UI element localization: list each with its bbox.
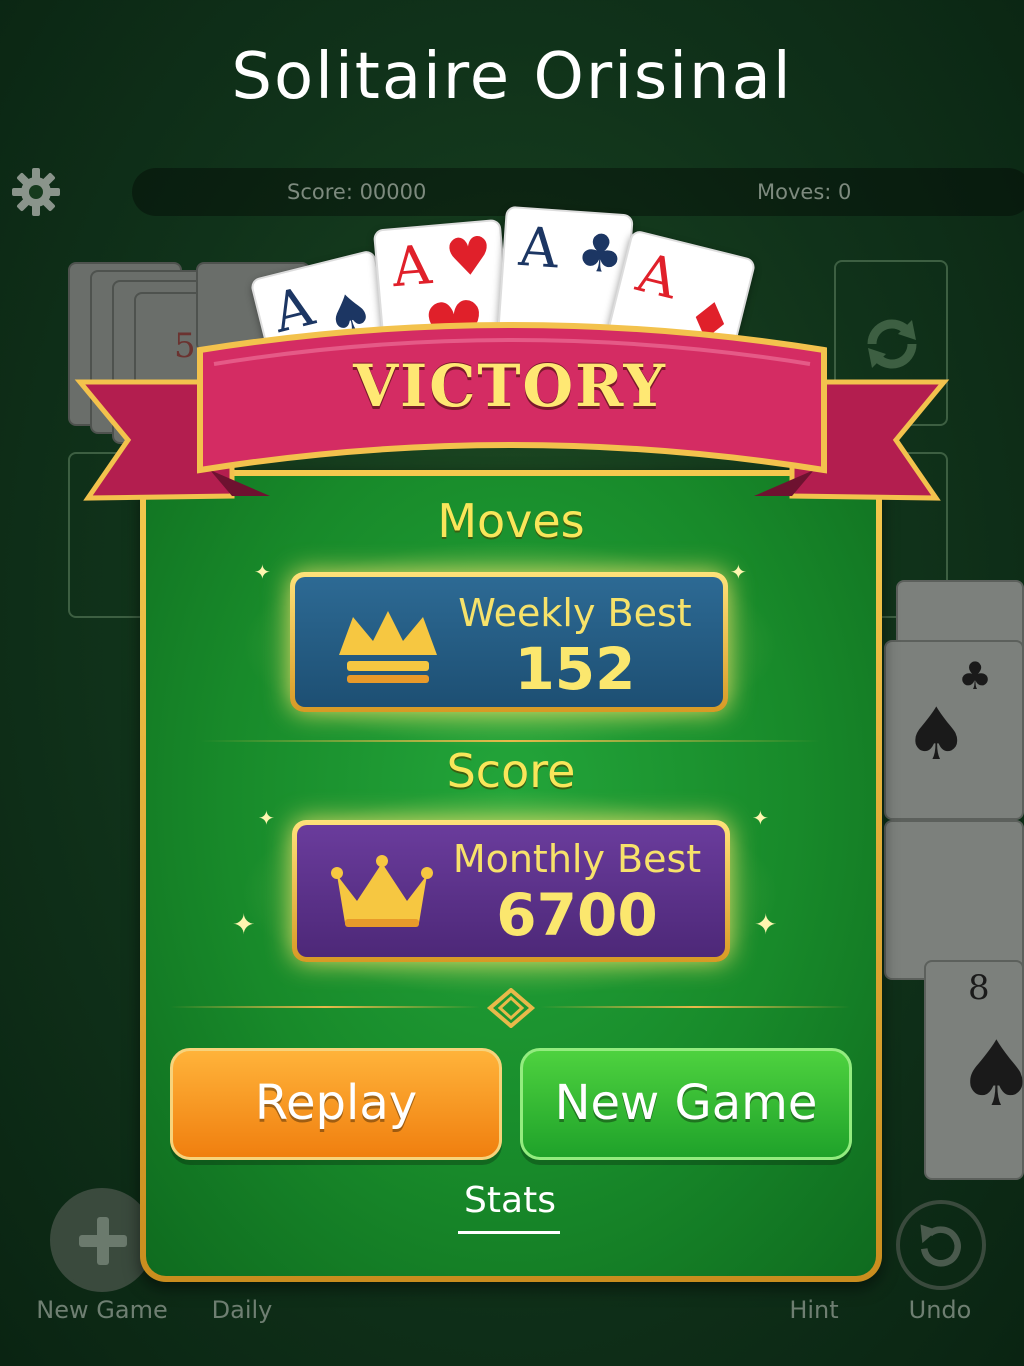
ornament-line [540,1006,850,1008]
weekly-best-title: Weekly Best [458,591,692,635]
stats-link[interactable]: Stats [440,1180,580,1221]
tableau-card [884,820,1024,980]
sparkle-icon: ✦ [754,908,778,941]
sparkle-icon: ✦ [730,560,747,584]
stats-underline [458,1231,560,1234]
spade-suit-icon: ♠ [956,1022,1024,1127]
undo-tool-label: Undo [908,1296,972,1324]
crown-icon [331,855,433,927]
new-game-tool-label: New Game [36,1296,168,1324]
score-readout: Score: 00000 [287,180,427,204]
card-rank: 8 [968,968,990,1008]
new-game-button[interactable]: New Game [520,1048,852,1160]
sparkle-icon: ✦ [258,806,275,830]
weekly-best-value: 152 [514,635,636,703]
section-divider [200,740,820,742]
tableau-card: 8 ♠ [924,960,1024,1180]
crown-icon [339,611,437,683]
diamond-ornament-icon [486,988,536,1028]
club-suit-icon: ♣ [574,222,626,286]
weekly-best-box: Weekly Best 152 [290,572,728,712]
undo-tool-button[interactable] [896,1200,986,1290]
monthly-best-title: Monthly Best [452,837,702,881]
sparkle-icon: ✦ [752,806,769,830]
tableau-card: ♣ ♠ [884,640,1024,820]
daily-tool-label[interactable]: Daily [162,1296,322,1324]
heart-suit-icon: ♥ [443,225,495,290]
ace-rank: A [630,240,684,312]
victory-ribbon [74,322,950,501]
undo-icon [920,1224,961,1267]
sparkle-icon: ✦ [254,560,271,584]
replay-button[interactable]: Replay [170,1048,502,1160]
victory-banner-text: VICTORY [353,352,667,420]
monthly-best-box: Monthly Best 6700 [292,820,730,962]
gear-icon[interactable] [10,166,62,218]
spade-suit-icon: ♠ [904,692,969,776]
ornament-line [170,1006,480,1008]
ace-rank: A [517,214,561,281]
new-game-tool-button[interactable] [50,1188,154,1292]
moves-readout: Moves: 0 [757,180,852,204]
page-title: Solitaire Orisinal [231,40,793,114]
monthly-best-value: 6700 [496,881,658,949]
status-bar [132,168,1024,216]
plus-icon [79,1217,127,1265]
sparkle-icon: ✦ [232,908,256,941]
